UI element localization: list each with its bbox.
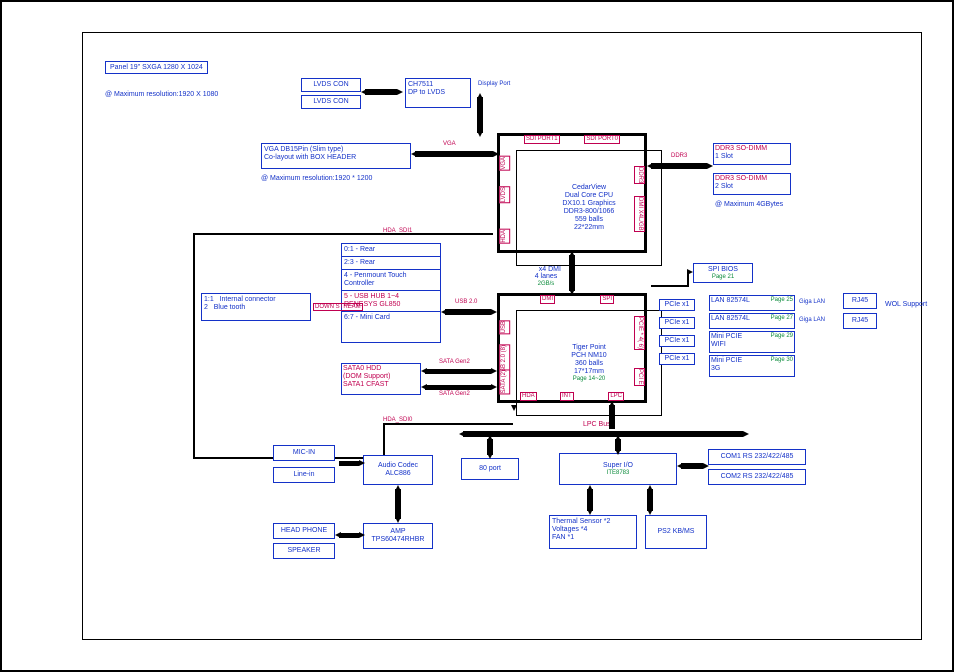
cpu-port-lvds: LVDS <box>499 186 510 203</box>
amp: AMPTPS60474RHBR <box>363 523 433 549</box>
lan2: LAN 82574LPage 27 <box>709 313 795 329</box>
rj45-a: RJ45 <box>843 293 877 309</box>
left-conn-box: 1:1 Internal connector2 Blue tooth <box>201 293 311 321</box>
mini-pcie-3g: Mini PCIEPage 30 3G <box>709 355 795 377</box>
lpc-bus: LPC Bus <box>583 421 611 428</box>
pch-b-int: INT <box>560 392 574 401</box>
pcie-x1-a: PCIe x1 <box>659 299 695 311</box>
ddr3-wire: DDR3 <box>671 153 687 159</box>
cpu-port-hda: HDA <box>499 229 510 244</box>
sata-g2: SATA Gen2 <box>439 391 470 397</box>
dmi-label: x4 DMI4 lanes2GB/s <box>531 259 561 287</box>
vga-box: VGA DB15Pin (Slim type)Co-layout with BO… <box>261 143 411 169</box>
sata-g1: SATA Gen2 <box>439 359 470 365</box>
panel-note: Panel 19" SXGA 1280 X 1024 <box>105 61 208 74</box>
ps2-box: PS2 KB/MS <box>645 515 707 549</box>
mini-pcie-wifi: Mini PCIEPage 29 WIFI <box>709 331 795 353</box>
super-io: Super I/OITE8783 <box>559 453 677 485</box>
gigalan2: Giga LAN <box>799 317 825 323</box>
spi-bios: SPI BIOSPage 21 <box>693 263 753 283</box>
cpu-port-ddr3: DDR3 <box>634 166 645 184</box>
cpu-port-sdi1: SDI PORT1 <box>524 135 560 144</box>
ddr-slot1: DDR3 SO-DIMM1 Slot <box>713 143 791 165</box>
ddr-slot2: DDR3 SO-DIMM2 Slot <box>713 173 791 195</box>
pcie-x1-c: PCIe x1 <box>659 335 695 347</box>
speaker: SPEAKER <box>273 543 335 559</box>
headphone: HEAD PHONE <box>273 523 335 539</box>
diagram-page: Panel 19" SXGA 1280 X 1024 @ Maximum res… <box>0 0 954 672</box>
pch-t-dmi: DMI <box>540 295 555 304</box>
sata-box: SATA0 HDD(DOM Support)SATA1 CFAST <box>341 363 421 395</box>
pch-r-pcie: PCI E <box>634 368 645 386</box>
display-port-label: Display Port <box>478 81 510 87</box>
audio-codec: Audio CodecALC886 <box>363 455 433 485</box>
lan1: LAN 82574LPage 25 <box>709 295 795 311</box>
pch-l-sata: SATA (2) <box>499 369 510 394</box>
pch-b-hda: HDA <box>520 392 537 401</box>
usb-hub-box: 0:1 - Rear 2:3 - Rear 4 - Penmount Touch… <box>341 243 441 343</box>
cpu-port-vga: VGA <box>499 156 510 171</box>
ch7511: CH7511DP to LVDS <box>405 78 471 108</box>
pcie-x1-b: PCIe x1 <box>659 317 695 329</box>
lvds-con-1: LVDS CON <box>301 78 361 92</box>
vga-max: @ Maximum resolution:1920 * 1200 <box>261 175 372 182</box>
pch-r-pcie4: PCIE * 4( 6) <box>634 316 645 350</box>
vga-wire-label: VGA <box>443 141 456 147</box>
pch-t-spi: SPI <box>600 295 614 304</box>
diagram-frame: Panel 19" SXGA 1280 X 1024 @ Maximum res… <box>82 32 922 640</box>
cpu-chip: CedarViewDual Core CPUDX10.1 Graphics DD… <box>497 133 647 253</box>
rj45-b: RJ45 <box>843 313 877 329</box>
thermal-box: Thermal Sensor *2Voltages *4FAN *1 <box>549 515 637 549</box>
com2: COM2 RS 232/422/485 <box>708 469 806 485</box>
mic-in: MIC-IN <box>273 445 335 461</box>
cpu-port-dmi: DMI X4L/GB <box>634 196 645 232</box>
lvds-con-2: LVDS CON <box>301 95 361 109</box>
max-res1: @ Maximum resolution:1920 X 1080 <box>105 91 218 98</box>
com1: COM1 RS 232/422/485 <box>708 449 806 465</box>
gigalan1: Giga LAN <box>799 299 825 305</box>
downstream-label: DOWN STREAM <box>313 303 363 311</box>
cpu-port-sdi0: SDI PORT0 <box>584 135 620 144</box>
line-in: Line-in <box>273 467 335 483</box>
wol-note: WOL Support <box>885 301 927 308</box>
ddr-note: @ Maximum 4GBytes <box>715 201 783 208</box>
pch-l-usb: USB <box>499 320 510 334</box>
pcie-x1-d: PCIe x1 <box>659 353 695 365</box>
pch-b-lpc: LPC <box>608 392 624 401</box>
port-80: 80 port <box>461 458 519 480</box>
pch-chip: Tiger PointPCH NM10 360 balls17*17mm Pag… <box>497 293 647 403</box>
usb20-wire: USB 2.0 <box>455 299 477 305</box>
